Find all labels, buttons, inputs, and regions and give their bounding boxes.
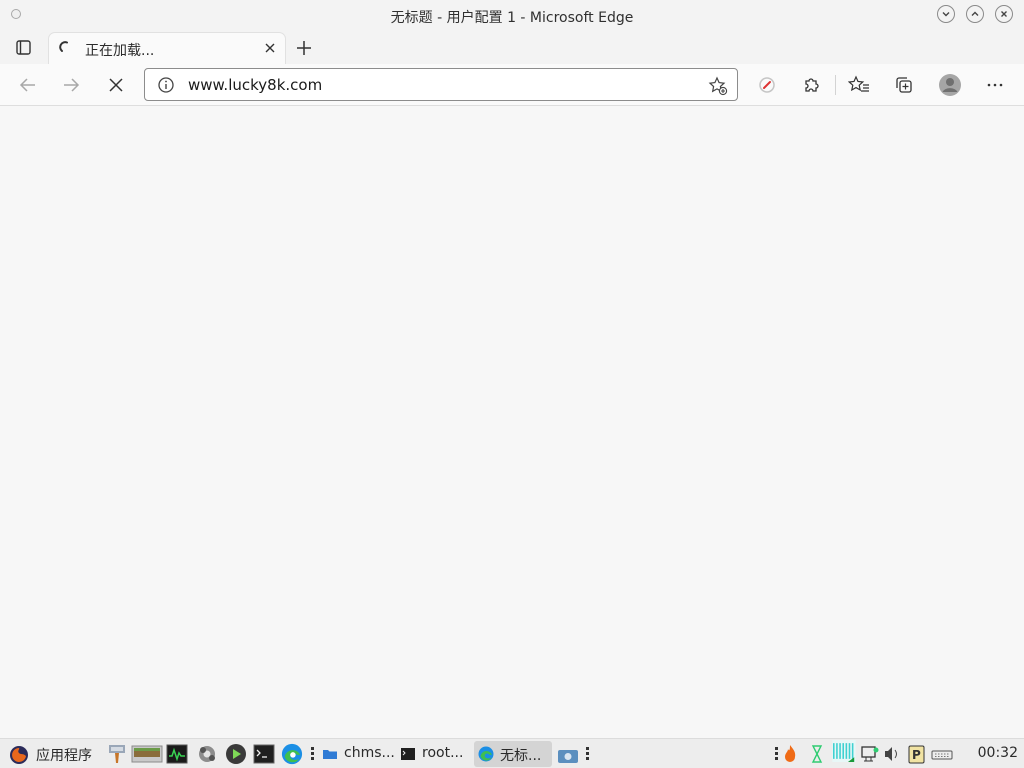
site-info-icon[interactable] bbox=[157, 76, 175, 94]
task-terminal[interactable]: root... bbox=[396, 741, 468, 767]
task-label: 无标... bbox=[500, 748, 542, 764]
settings-launcher-icon[interactable] bbox=[196, 743, 218, 765]
applications-menu-button[interactable]: 应用程序 bbox=[8, 743, 98, 765]
applications-menu-label: 应用程序 bbox=[36, 748, 92, 764]
keyboard-tray-icon[interactable] bbox=[931, 743, 953, 765]
fire-tray-icon[interactable] bbox=[781, 743, 799, 765]
forward-icon[interactable] bbox=[60, 74, 82, 96]
window-title: 无标题 - 用户配置 1 - Microsoft Edge bbox=[390, 10, 634, 26]
screenshot-tool-icon[interactable] bbox=[557, 745, 579, 767]
terminal-icon bbox=[401, 748, 415, 760]
tasklist-grip[interactable] bbox=[586, 747, 589, 761]
tab-active[interactable]: 正在加载... bbox=[48, 32, 286, 64]
tab-strip: 正在加载... bbox=[0, 32, 1024, 64]
toolbar-separator bbox=[835, 75, 836, 95]
media-player-launcher-icon[interactable] bbox=[225, 743, 247, 765]
network-graph-tray-icon[interactable] bbox=[829, 740, 859, 762]
extensions-icon[interactable] bbox=[800, 74, 822, 96]
file-manager-launcher-icon[interactable] bbox=[108, 743, 126, 765]
system-monitor-launcher-icon[interactable] bbox=[166, 743, 188, 765]
close-tab-icon[interactable] bbox=[263, 41, 277, 55]
favorites-icon[interactable] bbox=[848, 74, 870, 96]
add-favorite-icon[interactable] bbox=[708, 76, 728, 96]
launcher-grip[interactable] bbox=[311, 747, 314, 761]
app-menu-icon bbox=[10, 746, 28, 764]
folder-icon bbox=[323, 750, 337, 759]
more-menu-icon[interactable] bbox=[984, 74, 1006, 96]
network-tray-icon[interactable] bbox=[860, 743, 880, 765]
maximize-button[interactable] bbox=[966, 5, 984, 23]
hourglass-tray-icon[interactable] bbox=[810, 743, 824, 765]
taskbar: 应用程序 chms... root... 无标... P 00:32 bbox=[0, 738, 1024, 768]
volume-tray-icon[interactable] bbox=[883, 743, 901, 765]
close-window-button[interactable] bbox=[995, 5, 1013, 23]
clipboard-tray-icon[interactable]: P bbox=[907, 743, 927, 765]
window-titlebar: 无标题 - 用户配置 1 - Microsoft Edge bbox=[0, 0, 1024, 32]
address-url[interactable]: www.lucky8k.com bbox=[188, 76, 322, 94]
profile-avatar-icon[interactable] bbox=[938, 73, 962, 97]
task-label: root... bbox=[422, 745, 464, 761]
page-content[interactable] bbox=[0, 106, 1024, 738]
tab-actions-icon bbox=[16, 40, 31, 55]
address-bar[interactable]: www.lucky8k.com bbox=[144, 68, 738, 101]
new-tab-icon[interactable] bbox=[294, 38, 314, 58]
stop-loading-icon[interactable] bbox=[105, 74, 127, 96]
tracking-prevention-icon[interactable] bbox=[756, 74, 778, 96]
edge-launcher-icon[interactable] bbox=[280, 743, 304, 765]
task-folder[interactable]: chms... bbox=[318, 741, 395, 767]
task-label: chms... bbox=[344, 745, 395, 761]
image-viewer-launcher-icon[interactable] bbox=[131, 743, 163, 765]
tab-actions-button[interactable] bbox=[10, 36, 36, 60]
svg-text:P: P bbox=[912, 748, 921, 762]
navigation-bar: www.lucky8k.com bbox=[0, 64, 1024, 106]
task-edge-active[interactable]: 无标... bbox=[474, 741, 552, 767]
tray-grip[interactable] bbox=[775, 747, 778, 761]
edge-icon bbox=[478, 746, 494, 762]
tab-label: 正在加载... bbox=[85, 43, 155, 59]
clock[interactable]: 00:32 bbox=[978, 745, 1018, 761]
back-icon[interactable] bbox=[17, 74, 39, 96]
loading-spinner-icon bbox=[59, 41, 68, 52]
minimize-button[interactable] bbox=[937, 5, 955, 23]
collections-icon[interactable] bbox=[893, 74, 915, 96]
terminal-launcher-icon[interactable] bbox=[253, 743, 275, 765]
